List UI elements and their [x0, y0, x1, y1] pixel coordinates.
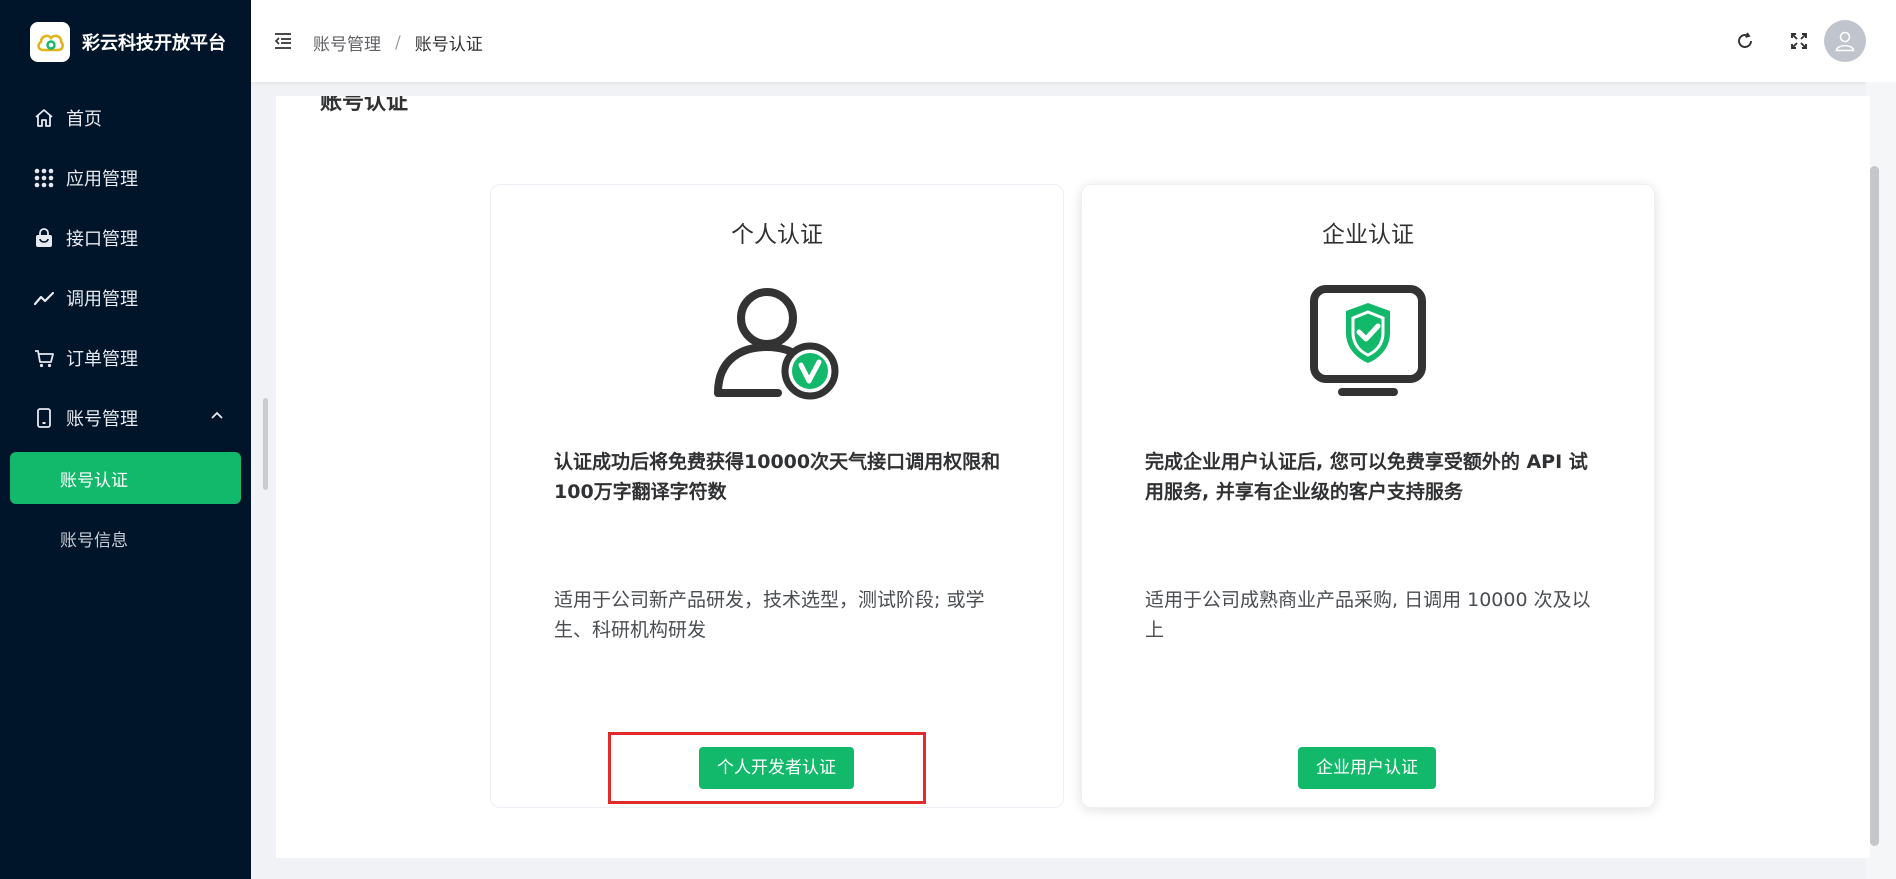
sidebar-item-orders[interactable]: 订单管理: [0, 328, 251, 388]
sidebar-item-label: 账号管理: [66, 409, 138, 430]
chevron-up-icon[interactable]: [209, 408, 225, 429]
sidebar-item-calls[interactable]: 调用管理: [0, 268, 251, 328]
sidebar-subitem-account-verify[interactable]: 账号认证: [10, 452, 241, 504]
bag-icon: [32, 226, 56, 250]
card-title: 企业认证: [1322, 222, 1414, 248]
cloud-logo-icon: [30, 22, 70, 62]
side-menu: 首页 应用管理 接口管理 调用管理 订单管理 账号管理 账号认证 账号信息: [0, 88, 251, 568]
personal-verify-card: 个人认证 认证成功后将免费获得10000次天气接口调用权限和100万字翻译字符数…: [490, 184, 1064, 808]
highlight-box: [608, 732, 926, 804]
sidebar-item-label: 首页: [66, 109, 102, 130]
enterprise-user-verify-button[interactable]: 企业用户认证: [1298, 747, 1436, 789]
breadcrumb-item[interactable]: 账号管理: [313, 30, 381, 55]
monitor-shield-icon: [1308, 285, 1428, 405]
grid-icon: [32, 166, 56, 190]
sidebar-subitem-label: 账号认证: [60, 470, 128, 491]
card-description: 认证成功后将免费获得10000次天气接口调用权限和100万字翻译字符数: [554, 451, 1001, 503]
sidebar-item-api[interactable]: 接口管理: [0, 208, 251, 268]
cart-icon: [32, 346, 56, 370]
phone-icon: [32, 406, 56, 430]
card-description: 完成企业用户认证后, 您可以免费享受额外的 API 试用服务, 并享有企业级的客…: [1145, 451, 1588, 503]
menu-fold-icon[interactable]: [273, 31, 293, 55]
sidebar-item-label: 调用管理: [66, 289, 138, 310]
fullscreen-icon[interactable]: [1788, 30, 1810, 52]
sidebar-subitem-account-info[interactable]: 账号信息: [0, 508, 251, 568]
sidebar-item-label: 应用管理: [66, 169, 138, 190]
sidebar-scrollbar[interactable]: [263, 398, 268, 490]
top-header: 账号管理 / 账号认证: [251, 0, 1896, 82]
main-scrollbar[interactable]: [1870, 166, 1879, 846]
content-panel: 账号认证 个人认证 认证成功后将免费获得10000次天气接口调用权限和100万字…: [276, 96, 1870, 858]
sidebar-subitem-label: 账号信息: [60, 530, 128, 551]
trend-icon: [32, 286, 56, 310]
home-icon: [32, 106, 56, 130]
breadcrumb-current: 账号认证: [414, 35, 483, 55]
sidebar-item-apps[interactable]: 应用管理: [0, 148, 251, 208]
card-note: 适用于公司新产品研发，技术选型，测试阶段; 或学生、科研机构研发: [554, 589, 985, 641]
user-check-icon: [712, 285, 842, 405]
card-title: 个人认证: [731, 222, 823, 248]
breadcrumb: 账号管理 / 账号认证: [313, 30, 483, 56]
page-title: 账号认证: [320, 96, 409, 115]
sidebar: 彩云科技开放平台 首页 应用管理 接口管理 调用管理 订单管理 账号管理 账号认…: [0, 0, 251, 879]
sidebar-item-account[interactable]: 账号管理: [0, 388, 251, 448]
sidebar-item-label: 接口管理: [66, 229, 138, 250]
app-name: 彩云科技开放平台: [82, 33, 226, 54]
sidebar-item-label: 订单管理: [66, 349, 138, 370]
enterprise-verify-card: 企业认证 完成企业用户认证后, 您可以免费享受额外的 API 试用服务, 并享有…: [1081, 184, 1655, 808]
sidebar-item-home[interactable]: 首页: [0, 88, 251, 148]
breadcrumb-separator: /: [395, 32, 401, 53]
refresh-icon[interactable]: [1734, 30, 1756, 52]
avatar[interactable]: [1824, 20, 1866, 62]
logo[interactable]: 彩云科技开放平台: [30, 22, 226, 62]
card-note: 适用于公司成熟商业产品采购, 日调用 10000 次及以上: [1145, 589, 1591, 641]
